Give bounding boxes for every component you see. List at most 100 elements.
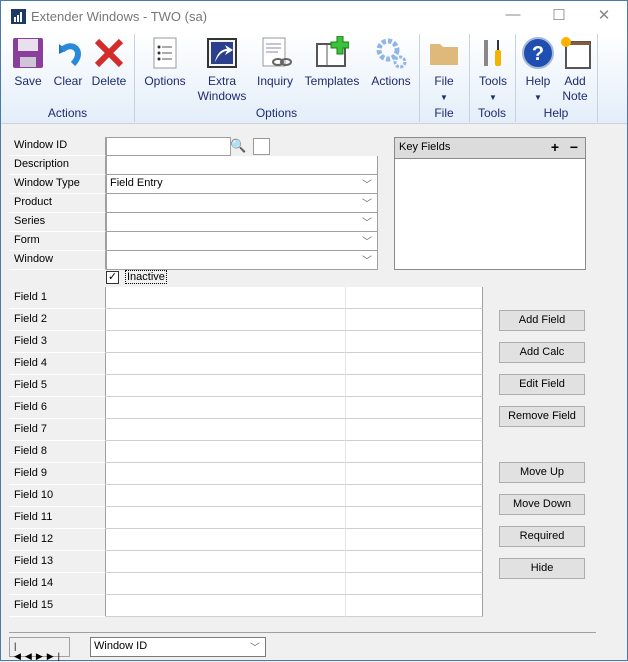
series-dropdown[interactable]: ﹀	[106, 213, 378, 232]
dropdown-arrow-icon: ▼	[534, 93, 542, 102]
field-name-cell[interactable]	[106, 353, 346, 375]
form-label: Form	[9, 232, 106, 251]
last-record-button[interactable]: ▶|	[47, 651, 64, 661]
ribbon-button-file[interactable]: File ▼	[422, 36, 466, 105]
field-label: Field 4	[9, 353, 106, 375]
maximize-button[interactable]: ☐	[544, 6, 574, 26]
required-button[interactable]: Required	[499, 526, 585, 547]
window-title: Extender Windows - TWO (sa)	[31, 9, 208, 24]
field-row: Field 8	[9, 441, 483, 463]
inactive-checkbox[interactable]: ✓	[106, 271, 119, 284]
chevron-down-icon: ﹀	[362, 237, 372, 248]
field-type-cell[interactable]	[346, 353, 483, 375]
window-id-label: Window ID	[9, 137, 106, 156]
ribbon-button-save[interactable]: Save	[6, 36, 50, 89]
move-down-button[interactable]: Move Down	[499, 494, 585, 515]
field-row: Field 11	[9, 507, 483, 529]
lookup-icon[interactable]: 🔍	[230, 138, 248, 155]
first-record-button[interactable]: |◀	[14, 641, 25, 661]
field-type-cell[interactable]	[346, 529, 483, 551]
field-type-cell[interactable]	[346, 397, 483, 419]
field-label: Field 15	[9, 595, 106, 617]
ribbon-button-inquiry[interactable]: Inquiry	[253, 36, 297, 89]
undo-icon	[51, 36, 85, 70]
field-type-cell[interactable]	[346, 441, 483, 463]
ribbon-button-label: Actions	[371, 74, 411, 88]
field-row: Field 5	[9, 375, 483, 397]
field-label: Field 2	[9, 309, 106, 331]
ribbon-button-label: Inquiry	[256, 74, 294, 88]
group-label-options: Options	[255, 106, 298, 120]
field-type-cell[interactable]	[346, 309, 483, 331]
ribbon-button-label: Delete	[91, 74, 127, 88]
next-record-button[interactable]: ▶	[36, 651, 47, 661]
field-type-cell[interactable]	[346, 573, 483, 595]
field-type-cell[interactable]	[346, 551, 483, 573]
field-row: Field 10	[9, 485, 483, 507]
field-name-cell[interactable]	[106, 485, 346, 507]
ribbon-button-templates[interactable]: Templates	[301, 35, 363, 89]
key-fields-list[interactable]: Key Fields + −	[394, 137, 586, 270]
field-type-cell[interactable]	[346, 463, 483, 485]
footer-divider	[9, 632, 596, 633]
ribbon-button-options[interactable]: Options	[139, 36, 191, 89]
minimize-button[interactable]: —	[498, 6, 528, 26]
field-type-cell[interactable]	[346, 507, 483, 529]
field-label: Field 11	[9, 507, 106, 529]
window-dropdown[interactable]: ﹀	[106, 251, 378, 270]
field-name-cell[interactable]	[106, 573, 346, 595]
add-calc-button[interactable]: Add Calc	[499, 342, 585, 363]
field-type-cell[interactable]	[346, 595, 483, 617]
record-navigation: |◀◀▶▶|	[9, 637, 70, 661]
ribbon-button-clear[interactable]: Clear	[49, 36, 87, 89]
ribbon-button-actions[interactable]: Actions	[367, 36, 415, 89]
field-type-cell[interactable]	[346, 375, 483, 397]
field-name-cell[interactable]	[106, 287, 346, 309]
ribbon-button-add-note[interactable]: Add Note	[557, 36, 593, 104]
title-bar: Extender Windows - TWO (sa) — ☐ ✕	[1, 1, 627, 32]
chevron-down-icon: ﹀	[362, 199, 372, 210]
field-name-cell[interactable]	[106, 309, 346, 331]
ribbon-button-label: Save	[14, 74, 42, 88]
field-name-cell[interactable]	[106, 529, 346, 551]
ribbon-button-label: Options	[144, 74, 186, 88]
key-fields-header: Key Fields + −	[395, 138, 585, 159]
inactive-label[interactable]: Inactive	[125, 270, 167, 284]
field-name-cell[interactable]	[106, 419, 346, 441]
field-label: Field 5	[9, 375, 106, 397]
window-id-input[interactable]	[106, 137, 231, 156]
field-name-cell[interactable]	[106, 551, 346, 573]
field-type-cell[interactable]	[346, 419, 483, 441]
field-name-cell[interactable]	[106, 507, 346, 529]
field-name-cell[interactable]	[106, 331, 346, 353]
ribbon-button-tools[interactable]: Tools ▼	[472, 36, 514, 105]
ribbon-button-extra-windows[interactable]: Extra Windows	[195, 36, 249, 104]
inquiry-icon	[258, 36, 292, 70]
add-field-button[interactable]: Add Field	[499, 310, 585, 331]
form-dropdown[interactable]: ﹀	[106, 232, 378, 251]
ribbon-button-help[interactable]: ? Help ▼	[518, 36, 558, 105]
close-button[interactable]: ✕	[589, 6, 619, 26]
product-dropdown[interactable]: ﹀	[106, 194, 378, 213]
move-up-button[interactable]: Move Up	[499, 462, 585, 483]
sort-by-dropdown[interactable]: Window ID ﹀	[90, 637, 266, 657]
field-name-cell[interactable]	[106, 441, 346, 463]
remove-field-button[interactable]: Remove Field	[499, 406, 585, 427]
window-type-value: Field Entry	[110, 177, 163, 189]
field-type-cell[interactable]	[346, 331, 483, 353]
field-name-cell[interactable]	[106, 595, 346, 617]
window-type-dropdown[interactable]: Field Entry ﹀	[106, 175, 378, 194]
description-input[interactable]	[106, 156, 378, 175]
remove-key-field-button[interactable]: −	[570, 139, 578, 155]
field-name-cell[interactable]	[106, 463, 346, 485]
add-key-field-button[interactable]: +	[551, 139, 559, 155]
field-type-cell[interactable]	[346, 485, 483, 507]
ribbon-button-delete[interactable]: Delete	[89, 36, 129, 89]
new-document-icon[interactable]	[253, 138, 270, 155]
previous-record-button[interactable]: ◀	[25, 651, 36, 661]
edit-field-button[interactable]: Edit Field	[499, 374, 585, 395]
field-name-cell[interactable]	[106, 397, 346, 419]
hide-button[interactable]: Hide	[499, 558, 585, 579]
field-type-cell[interactable]	[346, 287, 483, 309]
field-name-cell[interactable]	[106, 375, 346, 397]
